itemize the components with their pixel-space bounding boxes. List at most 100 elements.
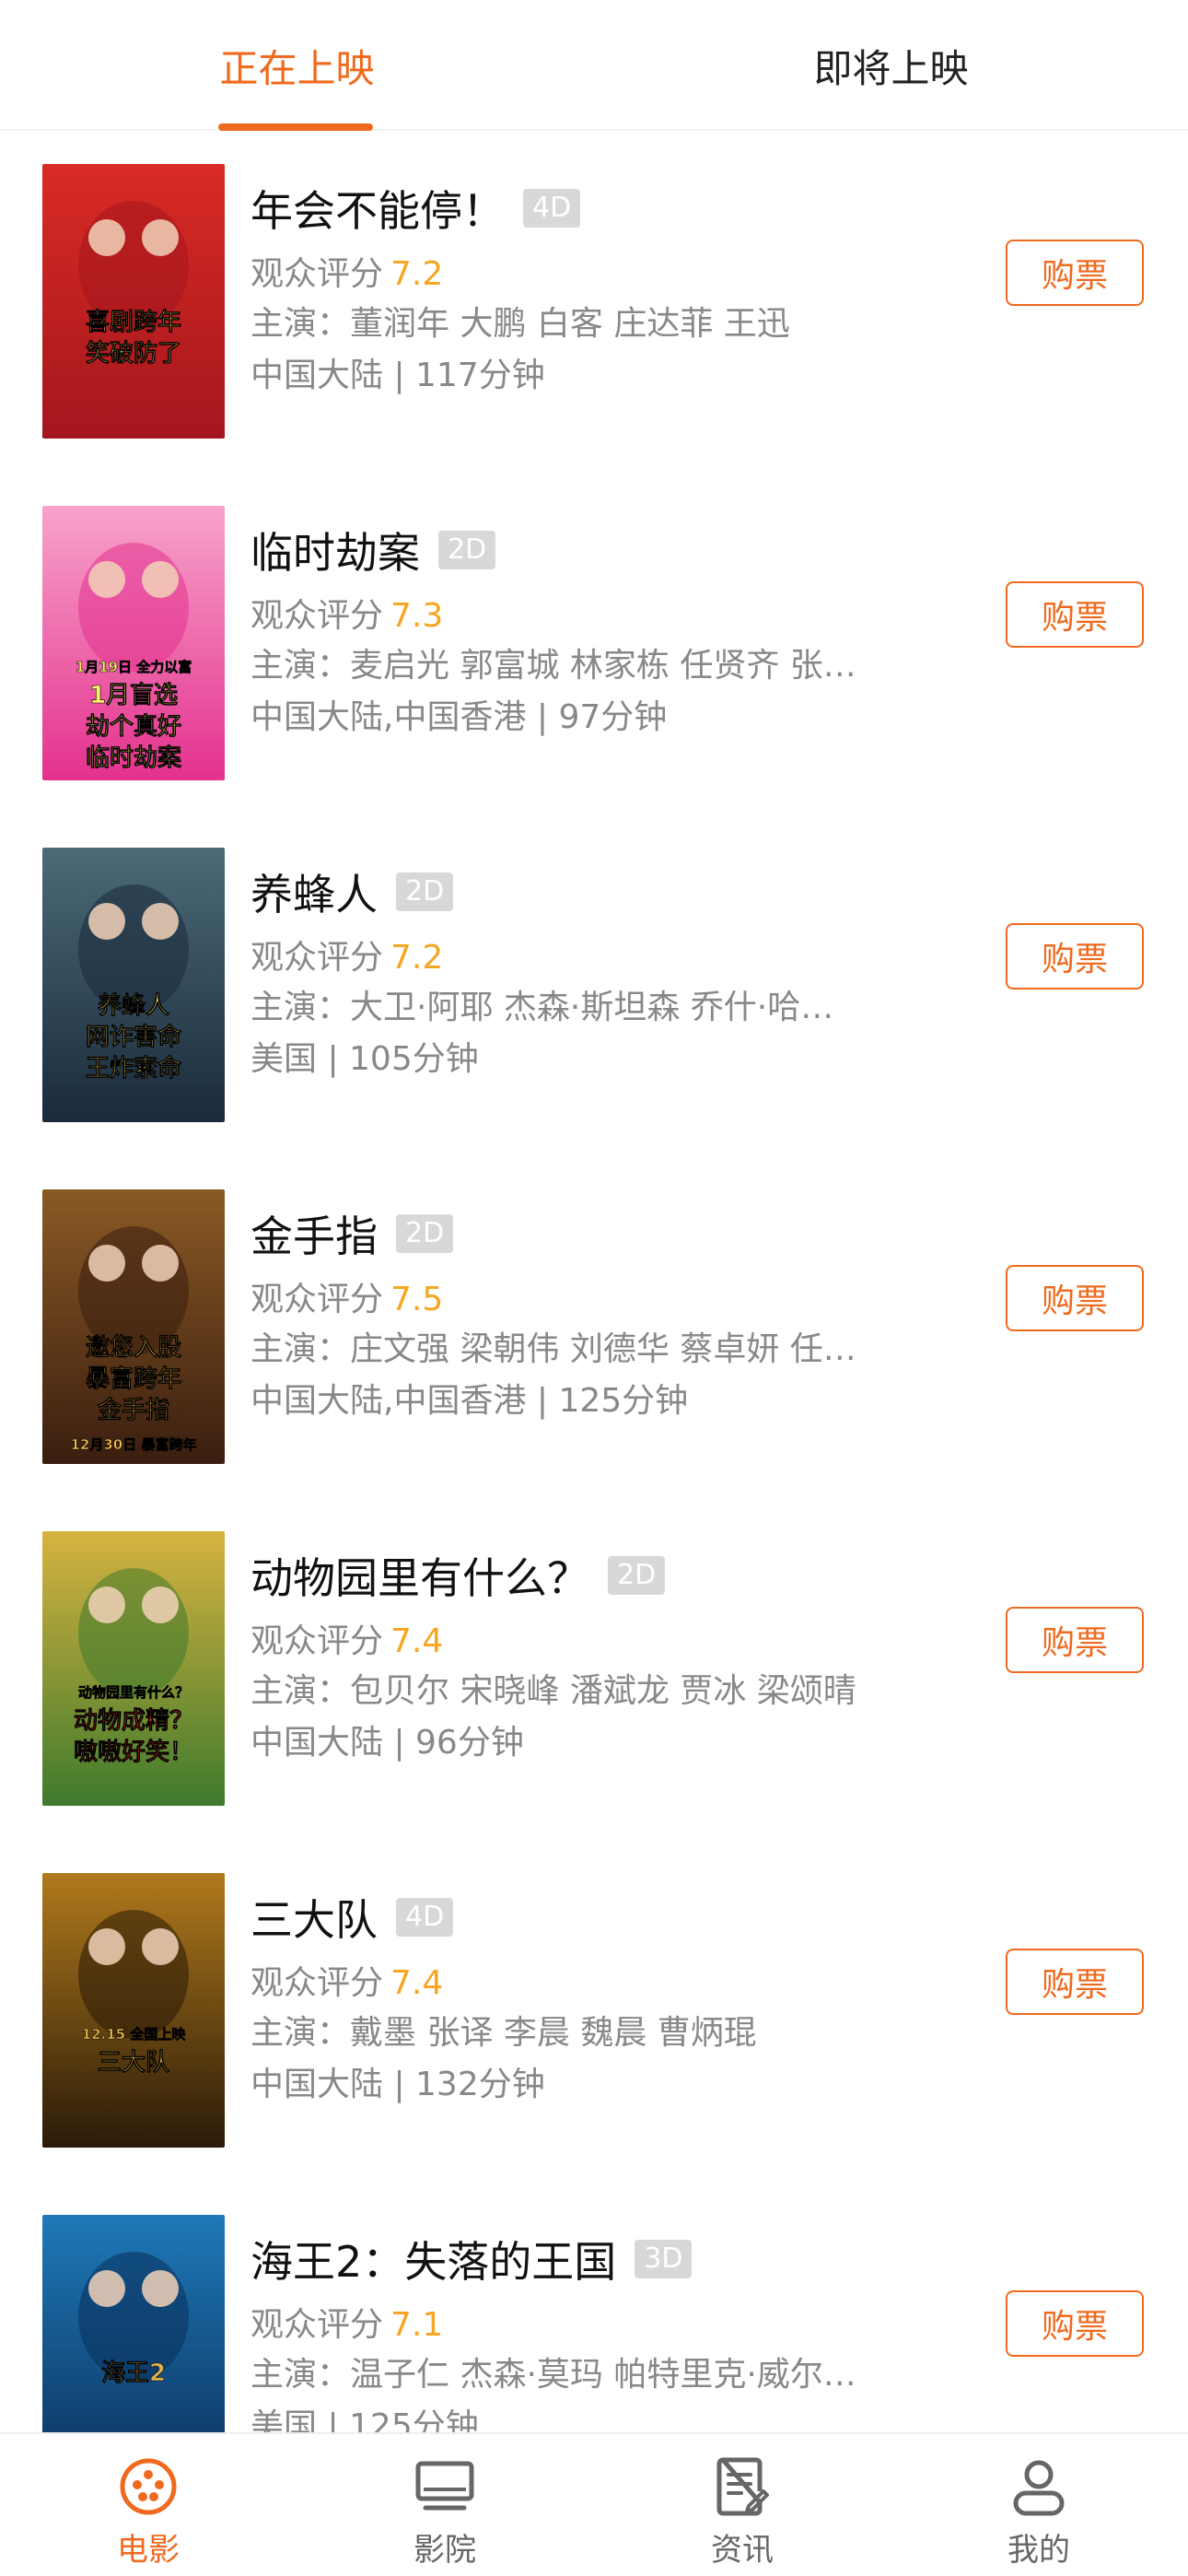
movie-item[interactable]: 喜剧跨年 笑破防了 年会不能停！ 4D 观众评分 7.2 主演：董润年 大鹏 白客 庄达菲 … <box>0 131 1188 474</box>
nav-label-cinemas: 影院 <box>413 2532 476 2569</box>
rating-score: 7.5 <box>390 1281 444 1318</box>
title-row: 三大队 4D <box>250 1887 454 1948</box>
buy-ticket-button[interactable]: 购票 <box>1006 240 1144 306</box>
cast-names: 温子仁 杰森·莫玛 帕特里克·威尔… <box>350 2356 856 2394</box>
nav-label-news: 资讯 <box>711 2532 774 2569</box>
poster-text: 临时劫案 <box>86 744 182 772</box>
movie-item[interactable]: 12.15 全国上映 三大队 三大队 4D 观众评分 7.4 主演：戴墨 张译 李晨 魏晨 … <box>0 1840 1188 2183</box>
poster-text: 动物园里有什么？ <box>78 1684 189 1701</box>
nav-label-movies: 电影 <box>117 2532 180 2569</box>
buy-ticket-button[interactable]: 购票 <box>1006 2290 1144 2357</box>
buy-ticket-button[interactable]: 购票 <box>1006 581 1144 648</box>
rating-label: 观众评分 <box>250 1622 384 1660</box>
movie-title[interactable]: 年会不能停！ <box>250 178 505 239</box>
cast-prefix: 主演： <box>250 647 351 685</box>
poster-text: 暴富跨年 <box>86 1364 181 1393</box>
movie-region-duration: 中国大陆,中国香港 | 125分钟 <box>250 1382 689 1420</box>
cast-names: 麦启光 郭富城 林家栋 任贤齐 张… <box>350 647 856 685</box>
movie-app: 正在上映 即将上映 喜剧跨年 笑破防了 年会不能停！ 4D 观众评分 7.2 主演：董润年 … <box>0 0 1188 2576</box>
rating-score: 7.1 <box>390 2306 444 2344</box>
nav-news[interactable]: 资讯 <box>594 2434 891 2576</box>
audience-rating: 观众评分 7.4 <box>250 1956 443 2004</box>
movie-title[interactable]: 海王2：失落的王国 <box>250 2229 616 2289</box>
format-badge: 3D <box>635 2240 693 2278</box>
cast-names: 戴墨 张译 李晨 魏晨 曹炳琨 <box>350 2014 757 2052</box>
cast-prefix: 主演： <box>250 2356 351 2394</box>
cast-prefix: 主演： <box>250 989 351 1026</box>
buy-ticket-button[interactable]: 购票 <box>1006 923 1144 989</box>
movie-poster[interactable]: 邀您入股 暴富跨年 金手指 12月30日 暴富跨年 <box>42 1189 225 1464</box>
tab-coming-soon[interactable]: 即将上映 <box>594 0 1188 131</box>
user-icon <box>1013 2460 1065 2516</box>
audience-rating: 观众评分 7.2 <box>250 247 443 295</box>
poster-text: 1月19日 全力以富 <box>76 659 192 675</box>
movie-title[interactable]: 三大队 <box>250 1887 378 1948</box>
movie-poster[interactable]: 1月19日 全力以富 1月盲选 劫个真好 临时劫案 <box>42 506 225 780</box>
poster-text: 1月盲选 <box>89 681 178 709</box>
cast-prefix: 主演： <box>250 1330 351 1368</box>
poster-text: 笑破防了 <box>86 339 181 368</box>
poster-text: 网诈害命 <box>86 1023 182 1051</box>
cast-names: 董润年 大鹏 白客 庄达菲 王迅 <box>350 305 790 343</box>
rating-score: 7.3 <box>390 597 444 635</box>
movie-cast: 主演：戴墨 张译 李晨 魏晨 曹炳琨 <box>250 2006 914 2054</box>
title-row: 年会不能停！ 4D <box>250 178 581 239</box>
movie-poster[interactable]: 12.15 全国上映 三大队 <box>42 1873 225 2148</box>
title-row: 海王2：失落的王国 3D <box>250 2229 693 2289</box>
rating-score: 7.4 <box>390 1622 444 1660</box>
movie-region-duration: 中国大陆 | 96分钟 <box>250 1724 524 1762</box>
buy-ticket-button[interactable]: 购票 <box>1006 1607 1144 1673</box>
movie-title[interactable]: 临时劫案 <box>250 520 420 580</box>
rating-label: 观众评分 <box>250 2306 384 2344</box>
format-badge: 2D <box>608 1556 666 1595</box>
movie-poster[interactable]: 动物园里有什么？ 动物成精？ 嗷嗷好笑！ <box>42 1531 225 1806</box>
movie-region-duration: 中国大陆,中国香港 | 97分钟 <box>250 698 668 736</box>
format-badge: 2D <box>396 1214 454 1253</box>
title-row: 金手指 2D <box>250 1203 454 1264</box>
cast-prefix: 主演： <box>250 1672 351 1710</box>
movie-title[interactable]: 金手指 <box>250 1203 378 1264</box>
movie-region-duration: 中国大陆 | 117分钟 <box>250 357 545 394</box>
poster-text: 王炸索命 <box>86 1054 182 1083</box>
title-row: 养蜂人 2D <box>250 861 454 922</box>
buy-ticket-button[interactable]: 购票 <box>1006 1949 1144 2015</box>
bottom-nav: 电影 影院 资讯 我的 <box>0 2432 1188 2576</box>
title-row: 临时劫案 2D <box>250 520 496 580</box>
rating-label: 观众评分 <box>250 255 384 293</box>
movie-item[interactable]: 养蜂人 网诈害命 王炸索命 养蜂人 2D 观众评分 7.2 主演：大卫·阿耶 杰森·斯坦森 乔… <box>0 814 1188 1157</box>
movie-title[interactable]: 养蜂人 <box>250 861 378 922</box>
nav-cinemas[interactable]: 影院 <box>297 2434 593 2576</box>
poster-text: 邀您入股 <box>86 1333 181 1362</box>
movie-item[interactable]: 邀您入股 暴富跨年 金手指 12月30日 暴富跨年 金手指 2D 观众评分 7.5 主演：庄文强… <box>0 1156 1188 1499</box>
nav-movies[interactable]: 电影 <box>0 2434 297 2576</box>
format-badge: 2D <box>396 872 454 911</box>
cast-names: 包贝尔 宋晓峰 潘斌龙 贾冰 梁颂晴 <box>350 1672 856 1710</box>
tab-now-showing[interactable]: 正在上映 <box>0 0 594 131</box>
format-badge: 4D <box>523 189 581 228</box>
movie-region-duration: 美国 | 105分钟 <box>250 1040 479 1078</box>
audience-rating: 观众评分 7.1 <box>250 2298 443 2346</box>
poster-text: 三大队 <box>98 2049 170 2077</box>
movie-item[interactable]: 1月19日 全力以富 1月盲选 劫个真好 临时劫案 临时劫案 2D 观众评分 7.3 主演：麦启… <box>0 473 1188 815</box>
format-badge: 2D <box>438 531 496 569</box>
movie-item[interactable]: 动物园里有什么？ 动物成精？ 嗷嗷好笑！ 动物园里有什么？ 2D 观众评分 7.4 主演：包贝… <box>0 1498 1188 1841</box>
cast-names: 大卫·阿耶 杰森·斯坦森 乔什·哈… <box>350 989 834 1026</box>
poster-text: 嗷嗷好笑！ <box>74 1738 193 1766</box>
poster-text: 12月30日 暴富跨年 <box>71 1436 197 1453</box>
movie-title[interactable]: 动物园里有什么？ <box>250 1545 589 1606</box>
active-tab-indicator <box>218 123 373 131</box>
nav-profile[interactable]: 我的 <box>891 2434 1187 2576</box>
audience-rating: 观众评分 7.3 <box>250 589 443 637</box>
buy-ticket-button[interactable]: 购票 <box>1006 1265 1144 1331</box>
rating-label: 观众评分 <box>250 1281 384 1318</box>
movie-poster[interactable]: 喜剧跨年 笑破防了 <box>42 164 225 439</box>
rating-score: 7.4 <box>390 1964 444 2002</box>
poster-text: 养蜂人 <box>97 991 169 1020</box>
movie-cast: 主演：包贝尔 宋晓峰 潘斌龙 贾冰 梁颂晴 <box>250 1664 914 1712</box>
audience-rating: 观众评分 7.5 <box>250 1272 443 1320</box>
movie-cast: 主演：麦启光 郭富城 林家栋 任贤齐 张… <box>250 638 914 686</box>
format-badge: 4D <box>396 1898 454 1937</box>
rating-score: 7.2 <box>390 255 444 293</box>
movie-poster[interactable]: 养蜂人网诈害命王炸索命 <box>42 848 225 1122</box>
movie-cast: 主演：董润年 大鹏 白客 庄达菲 王迅 <box>250 297 914 345</box>
